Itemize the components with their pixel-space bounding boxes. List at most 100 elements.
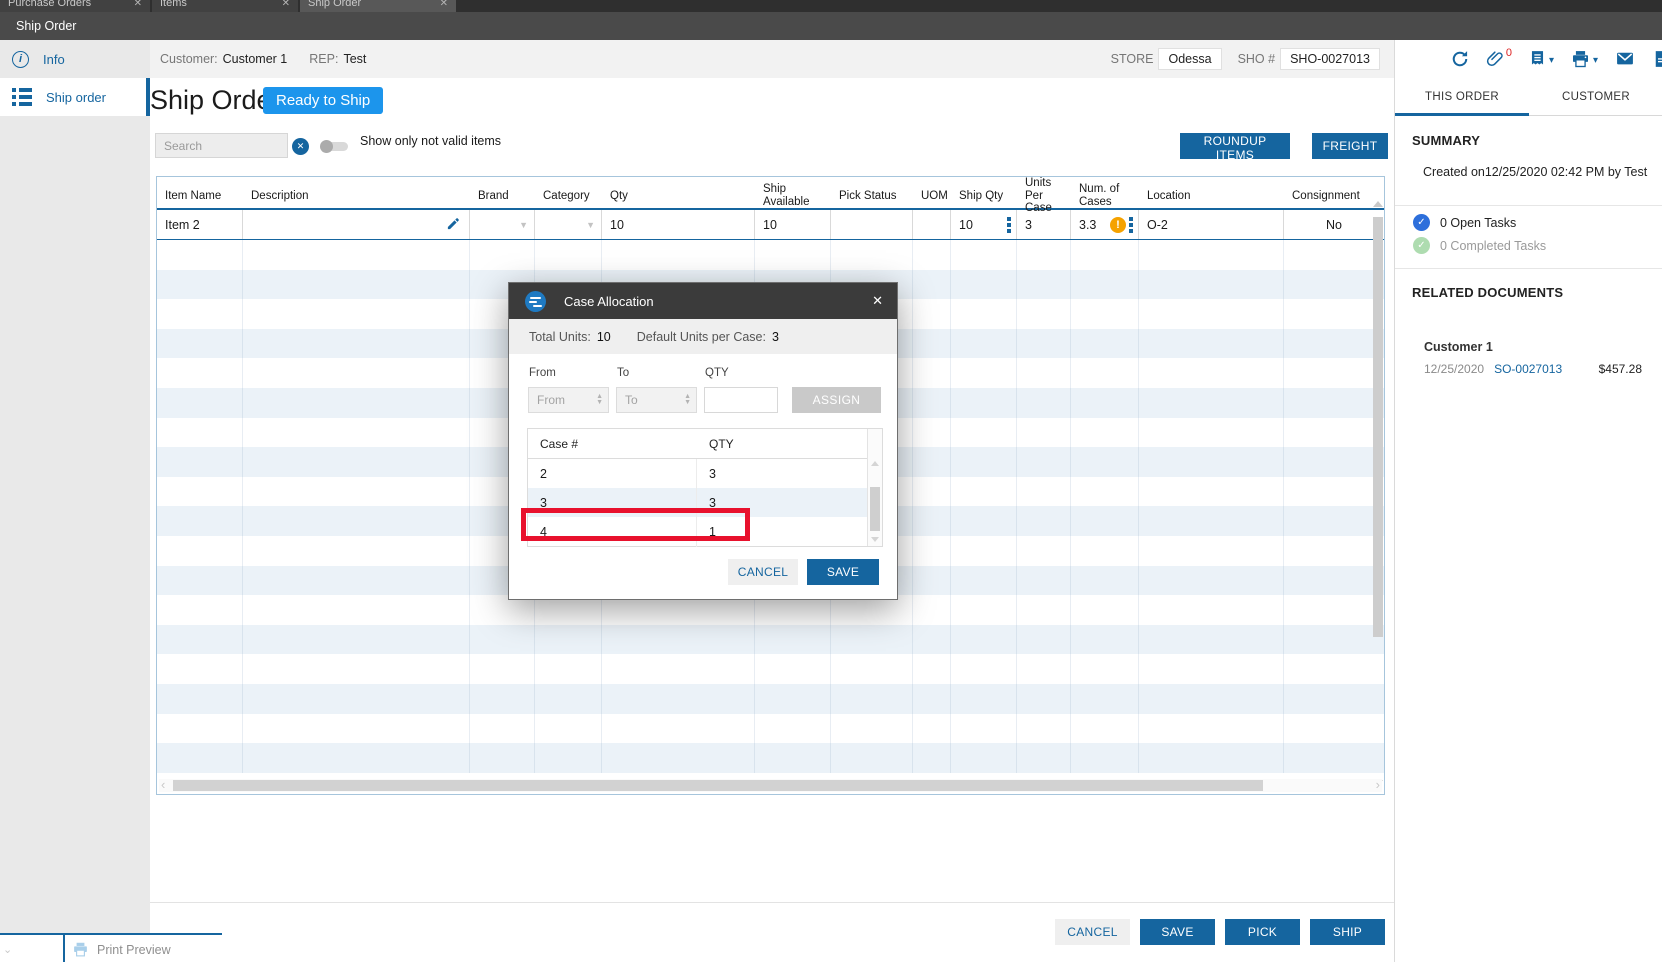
assign-button[interactable]: ASSIGN — [792, 387, 881, 413]
scrollbar-thumb[interactable] — [173, 780, 1263, 791]
tab-label: Items — [160, 0, 187, 9]
empty-table-row — [157, 654, 1384, 684]
qty-label: QTY — [705, 367, 729, 379]
freight-button[interactable]: FREIGHT — [1312, 133, 1388, 159]
item-row[interactable]: Item 2 ▼ ▼ 10 10 10 3 3.3 ! O-2 No — [157, 210, 1384, 240]
caret-down-icon[interactable]: ▾ — [1549, 55, 1554, 66]
qty-cell[interactable]: 10 — [602, 210, 755, 239]
brand-cell[interactable]: ▼ — [470, 210, 535, 239]
vertical-scrollbar[interactable] — [1373, 201, 1383, 786]
store-value[interactable]: Odessa — [1158, 48, 1222, 70]
refresh-icon[interactable] — [1450, 49, 1470, 69]
attachments-icon[interactable]: 0 — [1486, 47, 1512, 69]
open-tasks-row[interactable]: ✓ 0 Open Tasks — [1413, 214, 1516, 231]
column-header[interactable]: Location — [1139, 190, 1284, 203]
horizontal-scrollbar[interactable]: ‹ › — [159, 777, 1382, 792]
search-input[interactable] — [155, 133, 288, 158]
right-panel-tabs: THIS ORDER CUSTOMER — [1395, 78, 1662, 116]
column-header[interactable]: Num. of Cases — [1071, 183, 1139, 208]
related-document-link[interactable]: SO-0027013 — [1494, 362, 1562, 376]
ship-qty-cell[interactable]: 10 — [951, 210, 1017, 239]
caret-down-icon[interactable]: ▾ — [1593, 55, 1598, 66]
num-of-cases-cell[interactable]: 3.3 ! — [1071, 210, 1139, 239]
sidebar-item-info[interactable]: i Info — [0, 40, 150, 78]
modal-close-icon[interactable]: ✕ — [872, 293, 883, 309]
divider — [63, 935, 65, 962]
scroll-up-icon[interactable] — [871, 461, 879, 466]
modal-save-button[interactable]: SAVE — [807, 559, 879, 585]
tab-this-order[interactable]: THIS ORDER — [1395, 78, 1529, 116]
print-icon[interactable]: ▾ — [1570, 49, 1598, 69]
close-icon[interactable]: ✕ — [440, 0, 448, 9]
tab-ship-order[interactable]: Ship Order ✕ — [300, 0, 456, 12]
tab-customer[interactable]: CUSTOMER — [1529, 78, 1662, 115]
uom-cell[interactable] — [913, 210, 951, 239]
print-preview-button[interactable]: Print Preview — [72, 935, 171, 962]
description-cell[interactable] — [243, 210, 470, 239]
ship-available-cell[interactable]: 10 — [755, 210, 831, 239]
roundup-items-button[interactable]: ROUNDUP ITEMS — [1180, 133, 1290, 162]
column-header[interactable]: Pick Status — [831, 190, 913, 203]
ship-button[interactable]: SHIP — [1310, 919, 1385, 945]
tab-items[interactable]: Items ✕ — [152, 0, 298, 12]
column-header[interactable]: Brand — [470, 190, 535, 203]
from-input[interactable]: From ▲ ▼ — [528, 387, 609, 413]
item-name-cell[interactable]: Item 2 — [157, 210, 243, 239]
scroll-down-icon[interactable] — [871, 537, 879, 542]
column-header[interactable]: UOM — [913, 190, 951, 203]
status-badge[interactable]: Ready to Ship — [263, 87, 384, 114]
consignment-cell[interactable]: No — [1284, 210, 1384, 239]
dropdown-arrow-icon[interactable]: ▼ — [586, 220, 595, 230]
edit-pencil-icon[interactable] — [446, 216, 461, 234]
total-units-label: Total Units: — [529, 329, 591, 344]
case-row[interactable]: 2 3 — [528, 459, 882, 488]
category-cell[interactable]: ▼ — [535, 210, 602, 239]
rep-value: Test — [343, 52, 367, 66]
column-header[interactable]: Qty — [602, 190, 755, 203]
close-icon[interactable]: ✕ — [134, 0, 142, 9]
sho-number-value[interactable]: SHO-0027013 — [1280, 48, 1380, 70]
units-per-case-cell[interactable]: 3 — [1017, 210, 1071, 239]
close-icon[interactable]: ✕ — [282, 0, 290, 9]
column-header[interactable]: Consignment — [1284, 190, 1384, 203]
email-icon[interactable] — [1614, 49, 1636, 69]
scrollbar-thumb[interactable] — [1373, 217, 1383, 637]
warning-icon[interactable]: ! — [1110, 216, 1126, 233]
scroll-left-icon[interactable]: ‹ — [161, 777, 165, 792]
dropdown-arrow-icon[interactable]: ▼ — [519, 220, 528, 230]
menu-dots-icon[interactable] — [1007, 216, 1011, 233]
pick-button[interactable]: PICK — [1225, 919, 1300, 945]
list-icon — [12, 88, 32, 106]
scroll-up-icon[interactable] — [1373, 201, 1383, 207]
column-header[interactable]: Ship Qty — [951, 190, 1017, 203]
num-of-cases-value: 3.3 — [1079, 217, 1097, 232]
attachment-count-badge: 0 — [1505, 47, 1512, 59]
completed-tasks-row[interactable]: ✓ 0 Completed Tasks — [1413, 237, 1546, 254]
spinner-icons[interactable]: ▲ ▼ — [596, 393, 603, 406]
document-icon[interactable] — [1652, 49, 1662, 69]
to-input[interactable]: To ▲ ▼ — [616, 387, 697, 413]
column-header[interactable]: Ship Available — [755, 183, 831, 208]
chevron-down-icon[interactable]: ⌄ — [3, 943, 12, 956]
modal-cancel-button[interactable]: CANCEL — [728, 559, 798, 585]
pick-status-cell[interactable] — [831, 210, 913, 239]
spinner-icons[interactable]: ▲ ▼ — [684, 393, 691, 406]
column-header[interactable]: Description — [243, 190, 470, 203]
location-cell[interactable]: O-2 — [1139, 210, 1284, 239]
save-button[interactable]: SAVE — [1140, 919, 1215, 945]
related-document-date: 12/25/2020 — [1424, 362, 1485, 376]
cancel-button[interactable]: CANCEL — [1055, 919, 1130, 945]
scrollbar-thumb[interactable] — [870, 487, 880, 531]
scroll-right-icon[interactable]: › — [1376, 777, 1380, 792]
search-clear-icon[interactable]: ✕ — [292, 138, 309, 155]
column-header[interactable]: Item Name — [157, 190, 243, 203]
sidebar-item-ship-order[interactable]: Ship order — [0, 78, 150, 116]
not-valid-items-toggle[interactable] — [320, 140, 350, 153]
column-header[interactable]: Category — [535, 190, 602, 203]
tab-purchase-orders[interactable]: Purchase Orders ✕ — [0, 0, 150, 12]
qty-input[interactable] — [704, 387, 778, 413]
case-table-scrollbar[interactable] — [867, 429, 882, 546]
from-label: From — [529, 367, 556, 379]
menu-dots-icon[interactable] — [1129, 216, 1133, 233]
receipt-icon[interactable]: ▾ — [1528, 49, 1554, 69]
